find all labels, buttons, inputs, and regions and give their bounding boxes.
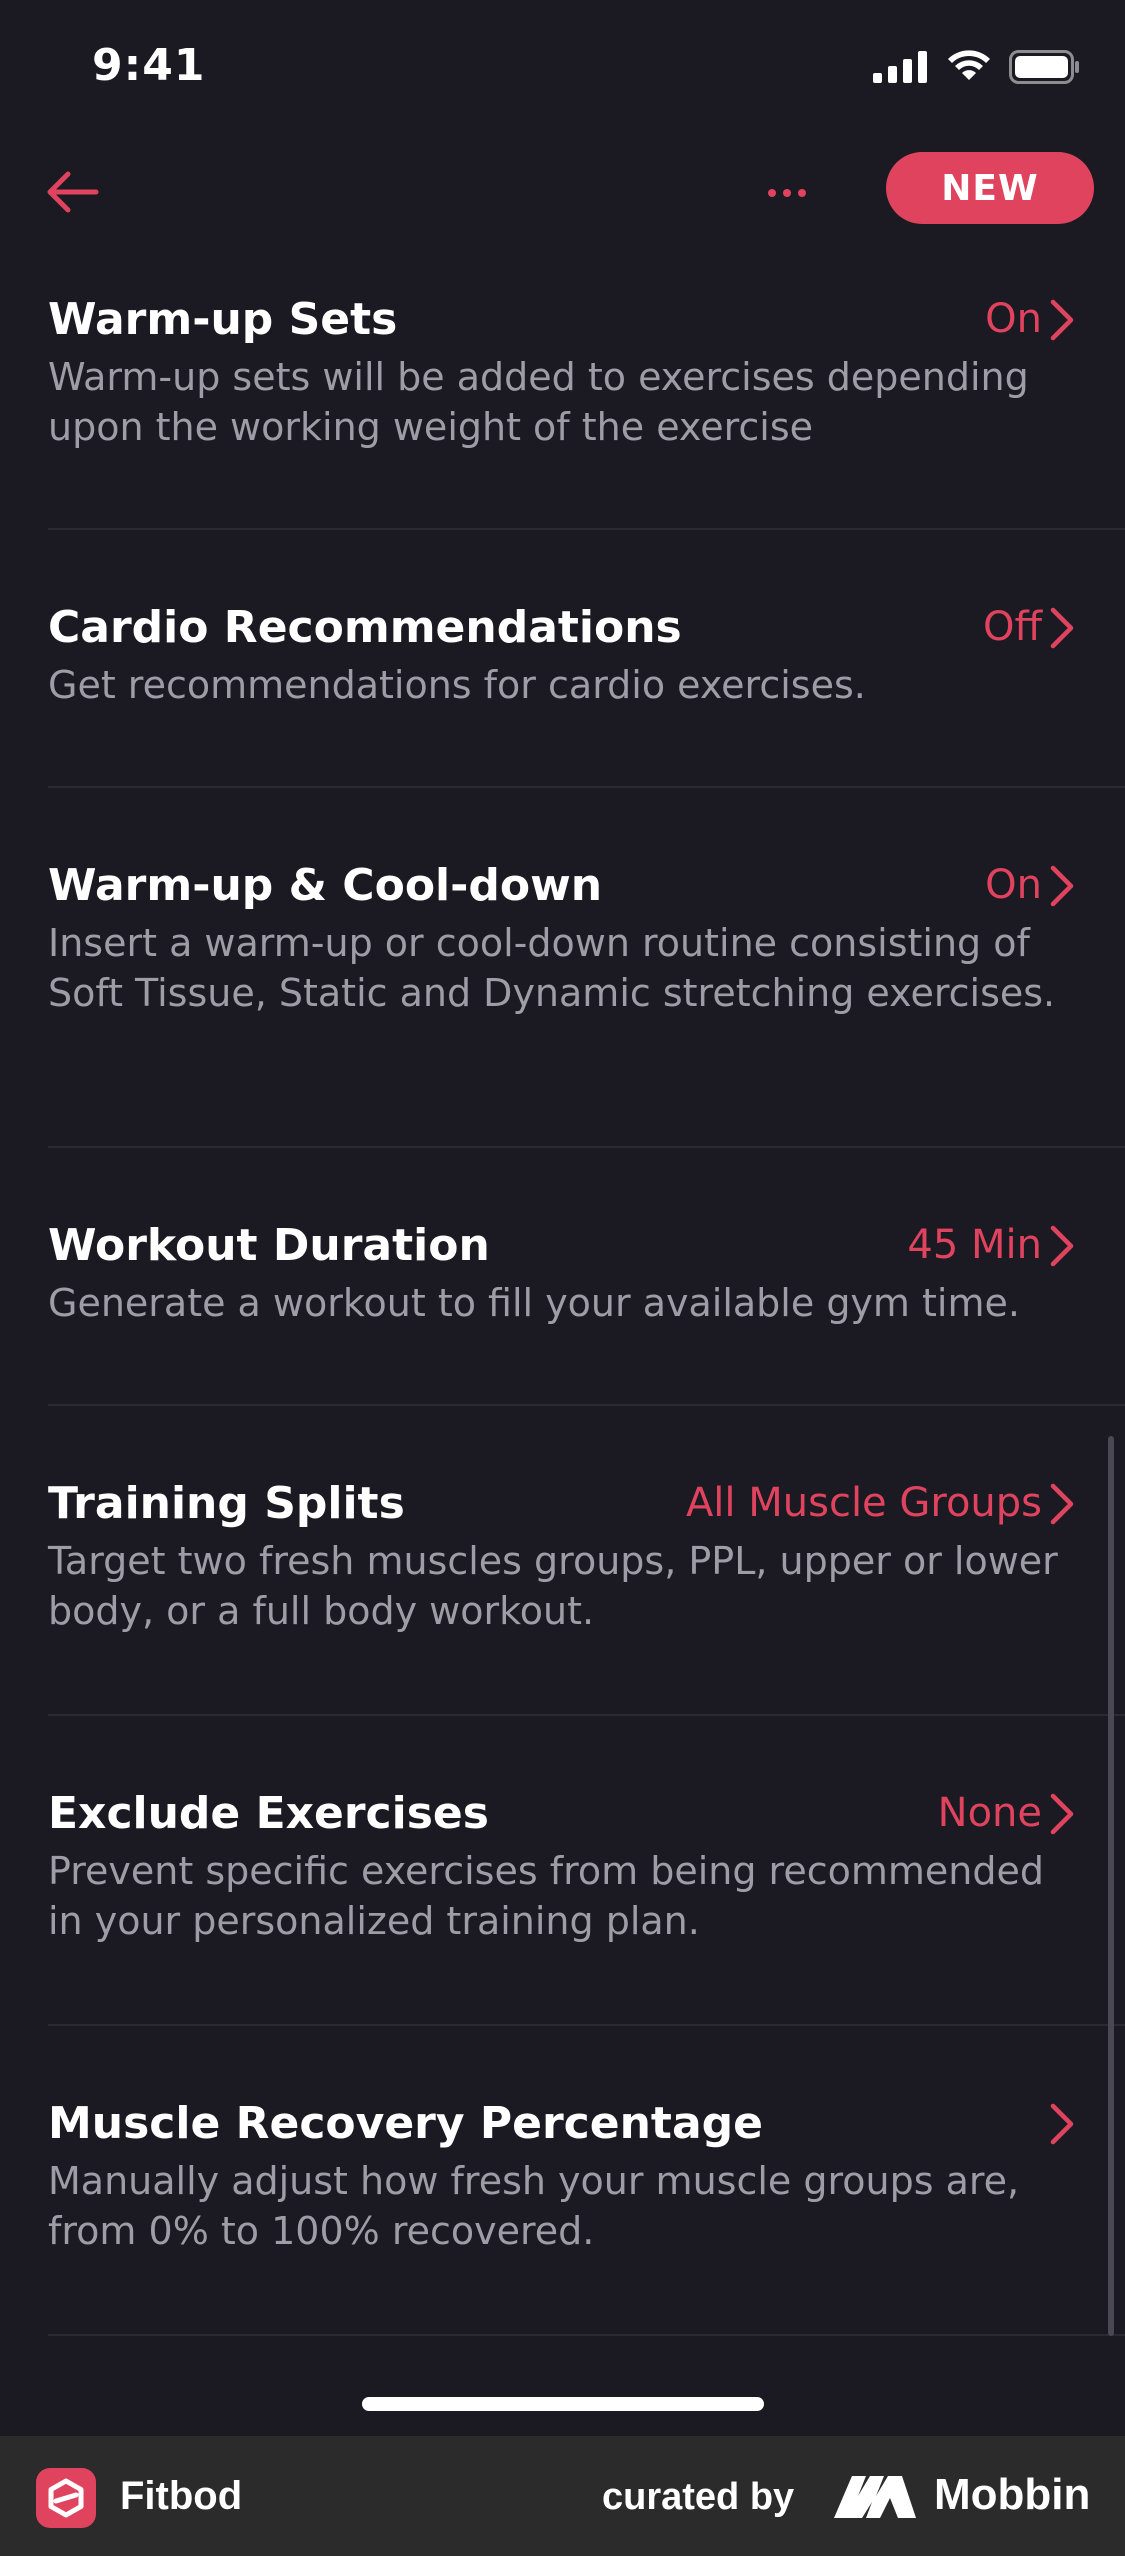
more-dots-icon: [768, 189, 806, 197]
setting-title: Exclude Exercises: [48, 1788, 489, 1839]
chevron-right-icon: [1050, 865, 1074, 907]
setting-description: Insert a warm-up or cool-down routine co…: [48, 921, 1056, 1015]
wifi-icon: [948, 50, 990, 80]
chevron-right-icon: [1050, 1793, 1074, 1835]
setting-value: 45 Min: [907, 1222, 1042, 1268]
status-bar: 9:41: [0, 0, 1125, 140]
setting-description: Target two fresh muscles groups, PPL, up…: [48, 1539, 1058, 1633]
setting-title: Workout Duration: [48, 1220, 490, 1271]
setting-row-warm-up-cool-down[interactable]: Warm-up & Cool-down On Insert a warm-up …: [48, 788, 1125, 1148]
battery-icon: [1009, 50, 1079, 84]
setting-description: Warm-up sets will be added to exercises …: [48, 355, 1029, 449]
setting-value: None: [937, 1790, 1042, 1836]
setting-title: Training Splits: [48, 1478, 405, 1529]
status-time: 9:41: [92, 40, 206, 91]
setting-title: Cardio Recommendations: [48, 602, 682, 653]
curated-by-label: curated by: [602, 2476, 795, 2518]
setting-description: Manually adjust how fresh your muscle gr…: [48, 2159, 1020, 2253]
setting-value: On: [985, 296, 1042, 342]
chevron-right-icon: [1050, 1483, 1074, 1525]
setting-description: Get recommendations for cardio exercises…: [48, 663, 866, 707]
chevron-right-icon: [1050, 607, 1074, 649]
setting-row-exclude-exercises[interactable]: Exclude Exercises None Prevent specific …: [48, 1716, 1125, 2026]
brand-name: Mobbin: [934, 2470, 1091, 2519]
setting-row-cardio-recommendations[interactable]: Cardio Recommendations Off Get recommend…: [48, 530, 1125, 788]
setting-row-training-splits[interactable]: Training Splits All Muscle Groups Target…: [48, 1406, 1125, 1716]
chevron-right-icon: [1050, 1225, 1074, 1267]
setting-row-muscle-recovery-percentage[interactable]: Muscle Recovery Percentage Manually adju…: [48, 2026, 1125, 2336]
status-icons: [873, 50, 1081, 84]
back-button[interactable]: [40, 160, 104, 224]
chevron-right-icon: [1050, 299, 1074, 341]
back-arrow-icon: [47, 171, 99, 213]
app-name: Fitbod: [120, 2474, 243, 2518]
setting-row-workout-duration[interactable]: Workout Duration 45 Min Generate a worko…: [48, 1148, 1125, 1406]
scrollbar[interactable]: [1108, 1436, 1114, 2336]
new-button[interactable]: NEW: [886, 152, 1094, 224]
setting-description: Generate a workout to fill your availabl…: [48, 1281, 1020, 1325]
setting-value: On: [985, 862, 1042, 908]
setting-value: Off: [982, 604, 1042, 650]
setting-description: Prevent specific exercises from being re…: [48, 1849, 1044, 1943]
home-indicator[interactable]: [362, 2397, 764, 2411]
nav-bar: NEW: [0, 140, 1125, 260]
setting-title: Muscle Recovery Percentage: [48, 2098, 763, 2149]
more-button[interactable]: [752, 168, 822, 218]
footer-banner: Fitbod curated by Mobbin: [0, 2436, 1125, 2556]
setting-value: All Muscle Groups: [685, 1480, 1042, 1526]
cellular-signal-icon: [873, 51, 927, 83]
setting-title: Warm-up Sets: [48, 294, 398, 345]
mobbin-logo-icon: [834, 2476, 916, 2518]
fitbod-logo-icon: [36, 2468, 96, 2528]
setting-row-warm-up-sets[interactable]: Warm-up Sets On Warm-up sets will be add…: [48, 260, 1125, 530]
setting-title: Warm-up & Cool-down: [48, 860, 603, 911]
chevron-right-icon: [1050, 2103, 1074, 2145]
